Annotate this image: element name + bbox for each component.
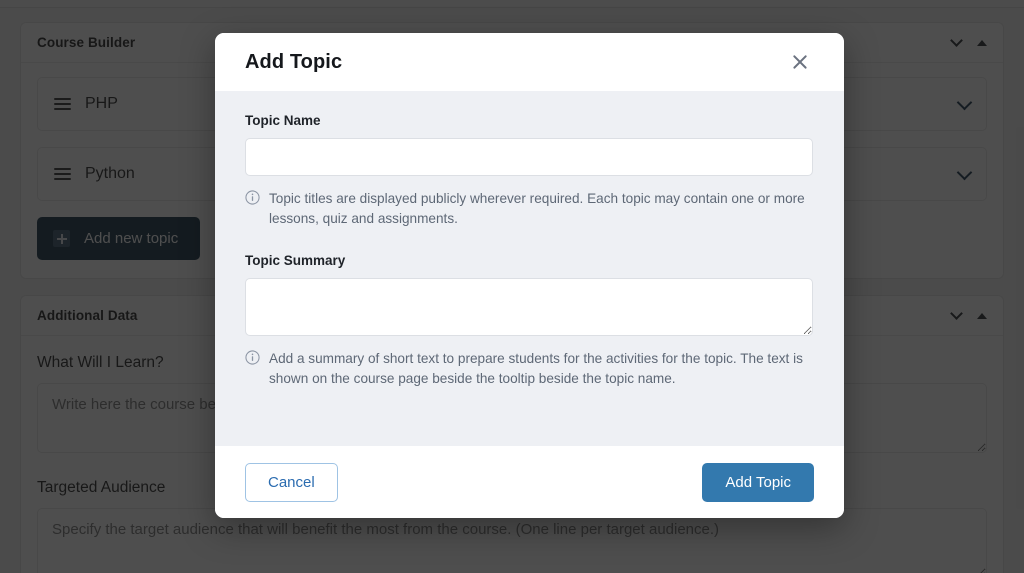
modal-body: Topic Name Topic titles are displayed pu…: [215, 91, 844, 446]
info-circle-icon: [245, 350, 260, 365]
topic-summary-group: Topic Summary Add a summary of short tex…: [245, 253, 814, 389]
topic-name-label: Topic Name: [245, 113, 321, 128]
add-topic-modal: Add Topic Topic Name Topic titles are di…: [215, 33, 844, 518]
cancel-button[interactable]: Cancel: [245, 462, 338, 502]
modal-title: Add Topic: [245, 50, 343, 73]
add-topic-submit-button[interactable]: Add Topic: [702, 462, 814, 502]
topic-name-helper: Topic titles are displayed publicly wher…: [245, 189, 821, 229]
topic-name-group: Topic Name Topic titles are displayed pu…: [245, 113, 814, 229]
close-icon[interactable]: [786, 48, 814, 76]
topic-summary-label: Topic Summary: [245, 253, 346, 269]
modal-footer: Cancel Add Topic: [215, 446, 844, 518]
topic-name-helper-text: Topic titles are displayed publicly wher…: [269, 191, 805, 227]
topic-summary-helper: Add a summary of short text to prepare s…: [245, 349, 821, 389]
topic-name-input[interactable]: [245, 138, 813, 176]
info-circle-icon: [245, 190, 260, 205]
topic-summary-helper-text: Add a summary of short text to prepare s…: [269, 351, 803, 387]
modal-header: Add Topic: [215, 33, 844, 91]
topic-summary-input[interactable]: [245, 278, 813, 337]
